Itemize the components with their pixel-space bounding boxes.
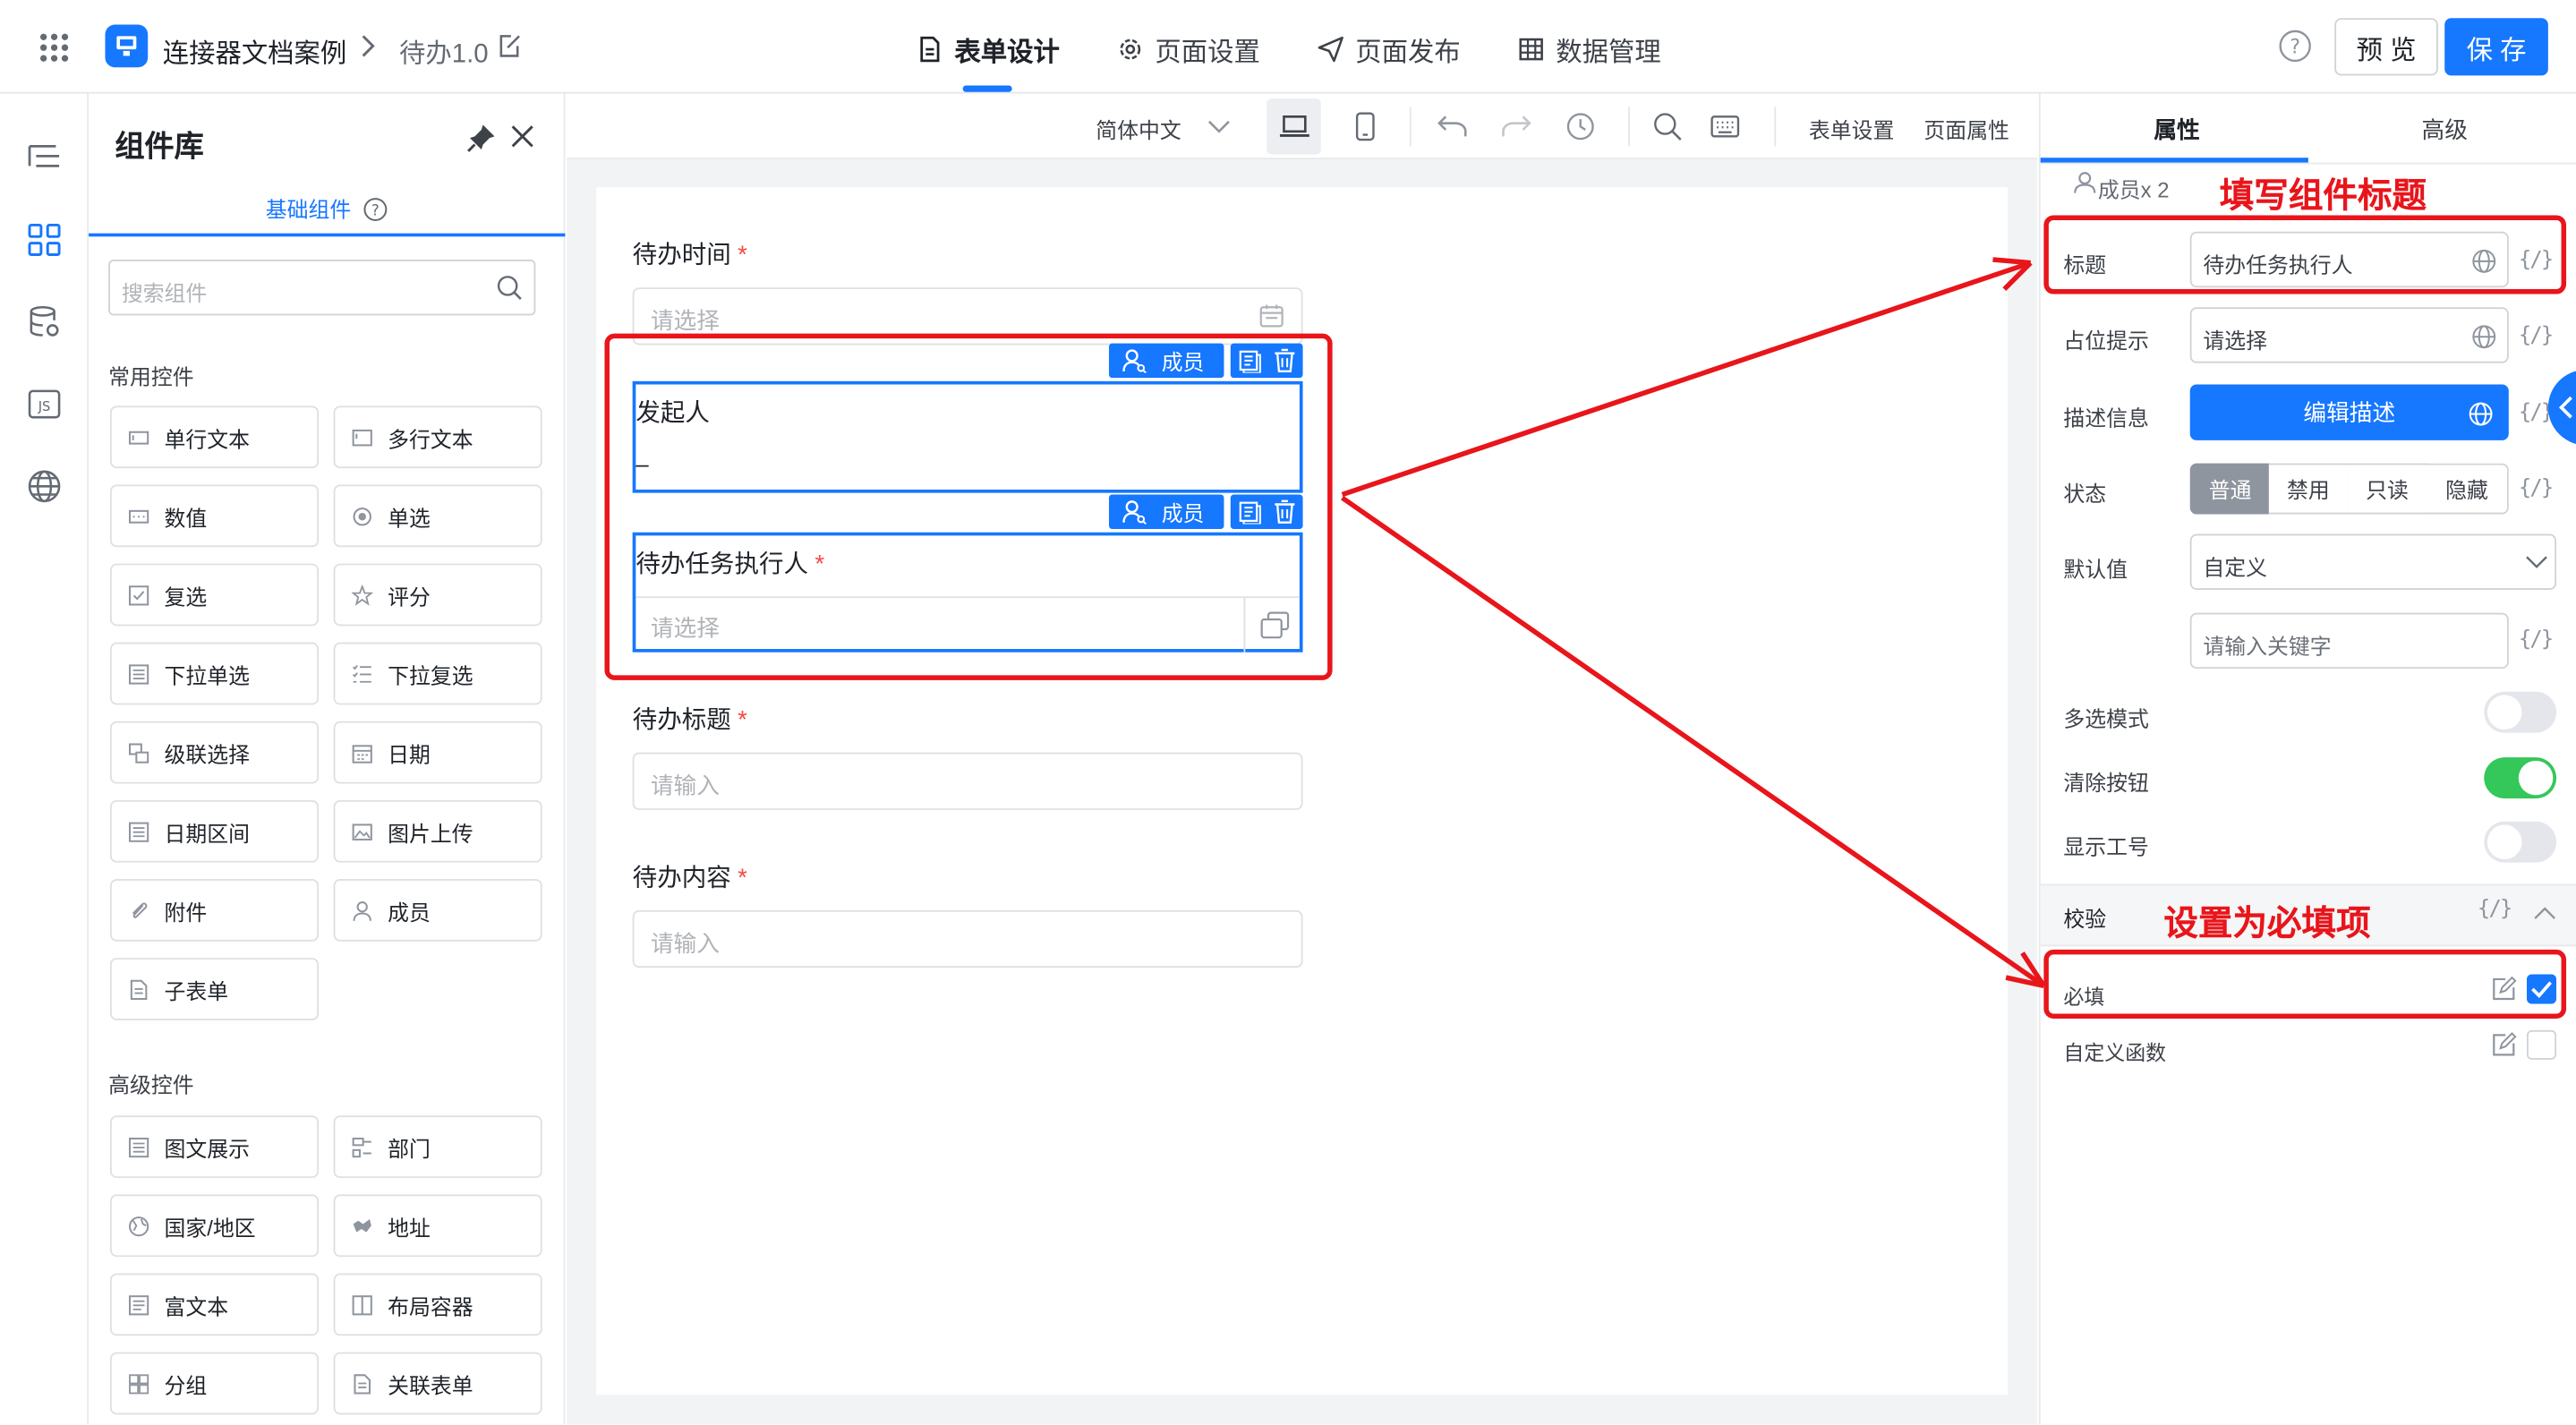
- annotation-arrows: [1341, 257, 2046, 988]
- app-window: 连接器文档案例 待办1.0 表单设计 页面设置 页面发布 数据管理 ? 预 览: [0, 0, 2576, 1425]
